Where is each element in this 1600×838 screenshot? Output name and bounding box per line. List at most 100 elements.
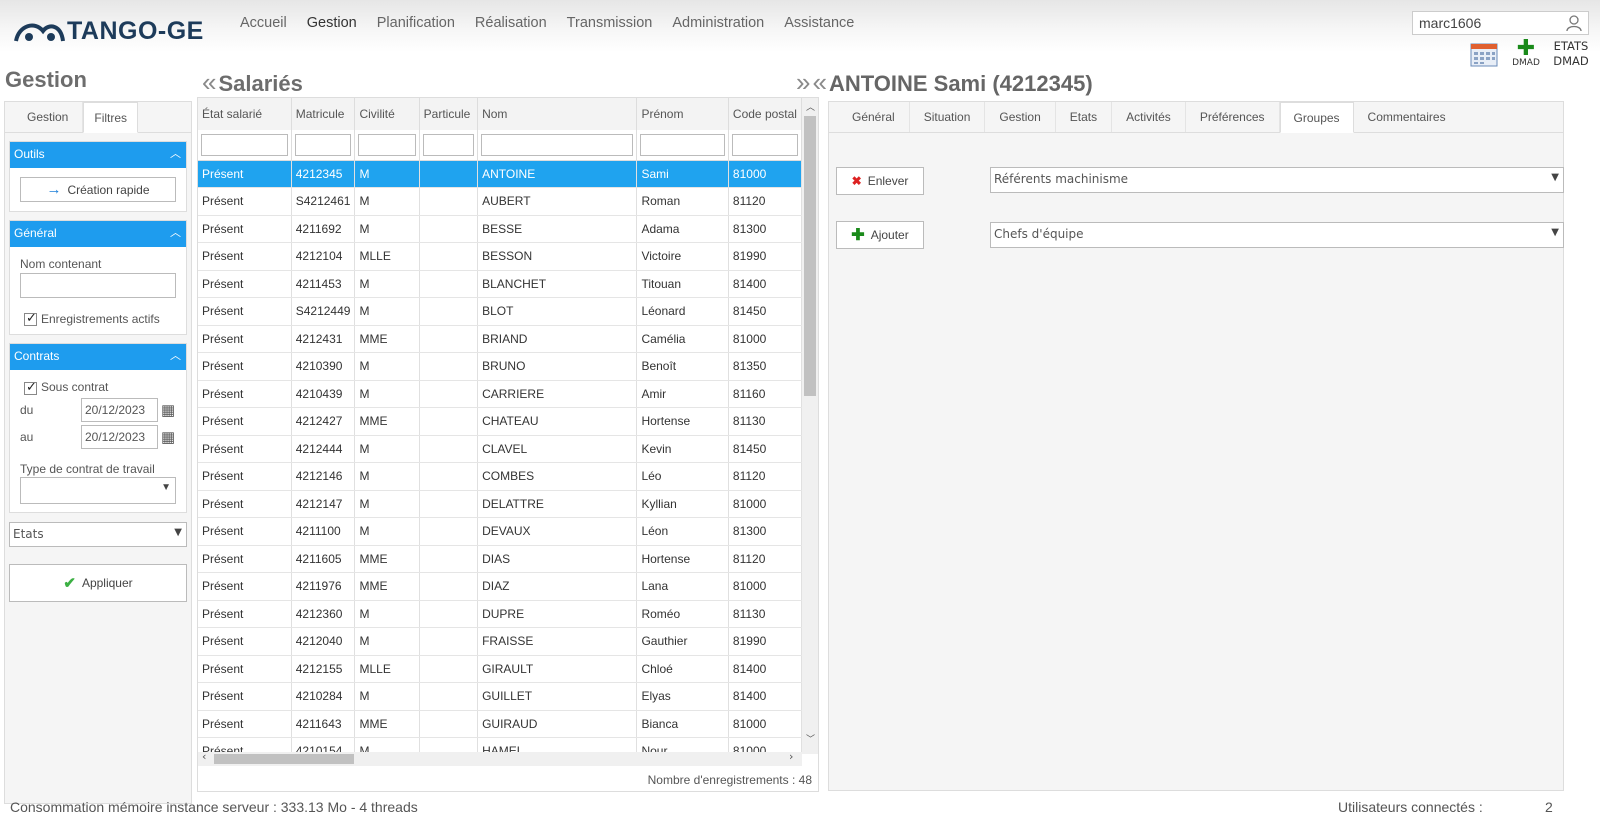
contract-type-select[interactable]: ▼ [20, 476, 176, 504]
table-row[interactable]: Présent 4212360 M DUPRE Roméo 81130 [198, 600, 802, 628]
table-row[interactable]: Présent 4212147 M DELATTRE Kyllian 81000 [198, 490, 802, 518]
nav-realisation[interactable]: Réalisation [475, 15, 547, 31]
calendar-icon[interactable] [1470, 41, 1498, 67]
collapse-left-icon[interactable]: « [202, 67, 217, 97]
quick-create-button[interactable]: → Création rapide [20, 177, 176, 202]
cell-particule [419, 655, 479, 683]
table-row[interactable]: Présent 4212345 M ANTOINE Sami 81000 [198, 160, 802, 188]
user-icon[interactable] [1565, 14, 1583, 32]
table-row[interactable]: Présent 4212444 M CLAVEL Kevin 81450 [198, 435, 802, 463]
col-nom[interactable]: Nom [477, 98, 638, 130]
table-row[interactable]: Présent 4212104 MLLE BESSON Victoire 81990 [198, 242, 802, 271]
nav-assistance[interactable]: Assistance [784, 15, 854, 31]
add-group-select[interactable]: Chefs d'équipe ▼ [990, 222, 1564, 248]
table-row[interactable]: Présent 4211100 M DEVAUX Léon 81300 [198, 517, 802, 546]
tab-activites[interactable]: Activités [1112, 102, 1186, 132]
table-row[interactable]: Présent 4210390 M BRUNO Benoît 81350 [198, 352, 802, 381]
table-row[interactable]: Présent 4211692 M BESSE Adama 81300 [198, 215, 802, 243]
nav-accueil[interactable]: Accueil [240, 15, 287, 31]
cell-particule [419, 215, 479, 243]
dmad-add-button[interactable]: ✚ DMAD [1509, 38, 1543, 69]
app-logo[interactable]: TANGO-GE [13, 14, 204, 48]
gestion-title-text: Gestion [5, 67, 87, 92]
tab-gestion-detail[interactable]: Gestion [985, 102, 1056, 132]
table-row[interactable]: Présent 4211976 MME DIAZ Lana 81000 [198, 572, 802, 601]
under-contract-checkbox[interactable] [24, 379, 37, 395]
etats-dmad-button[interactable]: ETATS DMAD [1550, 39, 1592, 69]
vertical-scroll-thumb[interactable] [804, 116, 816, 396]
tab-filtres[interactable]: Filtres [83, 102, 139, 133]
cell-particule [419, 270, 479, 298]
table-row[interactable]: Présent 4211605 MME DIAS Hortense 81120 [198, 545, 802, 573]
apply-button[interactable]: ✔ Appliquer [9, 563, 187, 602]
horizontal-scrollbar[interactable]: ‹ › [198, 750, 802, 766]
col-matricule[interactable]: Matricule [291, 98, 356, 130]
filter-matricule-input[interactable] [294, 133, 352, 156]
table-row[interactable]: Présent S4212461 M AUBERT Roman 81120 [198, 187, 802, 216]
table-row[interactable]: Présent 4212155 MLLE GIRAULT Chloé 81400 [198, 655, 802, 683]
nav-gestion[interactable]: Gestion [307, 15, 357, 31]
filter-civilite-input[interactable] [358, 133, 416, 156]
table-row[interactable]: Présent 4212427 MME CHATEAU Hortense 81130 [198, 407, 802, 436]
cell-nom: COMBES [477, 462, 638, 491]
table-row[interactable]: Présent 4212040 M FRAISSE Gauthier 81990 [198, 627, 802, 656]
table-row[interactable]: Présent 4211453 M BLANCHET Titouan 81400 [198, 270, 802, 298]
col-civilite[interactable]: Civilité [354, 98, 420, 130]
general-header[interactable]: Général ︿ [10, 221, 186, 247]
chevron-down-icon: ▼ [174, 526, 182, 538]
user-name: marc1606 [1419, 15, 1482, 31]
filter-particule-input[interactable] [422, 133, 475, 156]
expand-right-icon[interactable]: » [796, 67, 811, 97]
table-row[interactable]: Présent S4212449 M BLOT Léonard 81450 [198, 297, 802, 326]
scroll-up-icon[interactable]: ︿ [806, 100, 815, 113]
col-prenom[interactable]: Prénom [636, 98, 729, 130]
collapse-left-icon-2[interactable]: « [812, 67, 827, 97]
nav-planification[interactable]: Planification [377, 15, 455, 31]
nav-administration[interactable]: Administration [672, 15, 764, 31]
remove-group-select[interactable]: Référents machinisme ▼ [990, 167, 1564, 193]
contrats-header[interactable]: Contrats ︿ [10, 344, 186, 371]
table-row[interactable]: Présent 4210439 M CARRIERE Amir 81160 [198, 380, 802, 408]
vertical-scrollbar[interactable]: ︿ ﹀ [802, 98, 818, 754]
table-row[interactable]: Présent 4212146 M COMBES Léo 81120 [198, 462, 802, 491]
col-particule[interactable]: Particule [419, 98, 479, 130]
table-row[interactable]: Présent 4210284 M GUILLET Elyas 81400 [198, 682, 802, 711]
filter-nom-input[interactable] [481, 133, 634, 156]
nav-transmission[interactable]: Transmission [567, 15, 653, 31]
tab-preferences[interactable]: Préférences [1186, 102, 1280, 132]
col-code-postal[interactable]: Code postal [728, 98, 802, 130]
active-records-checkbox[interactable] [24, 310, 37, 327]
tab-etats[interactable]: Etats [1056, 102, 1113, 132]
tab-gestion[interactable]: Gestion [5, 102, 84, 132]
from-date-input[interactable]: 20/12/2023 [81, 397, 158, 422]
add-button[interactable]: ✚ Ajouter [836, 221, 924, 249]
tab-commentaires[interactable]: Commentaires [1354, 102, 1460, 132]
filter-etat-input[interactable] [201, 133, 288, 156]
scroll-down-icon[interactable]: ﹀ [806, 732, 815, 745]
to-date-input[interactable]: 20/12/2023 [81, 424, 158, 449]
cell-prenom: Léo [636, 462, 729, 491]
col-etat[interactable]: État salarié [198, 98, 292, 130]
scroll-right-icon[interactable]: › [789, 750, 793, 763]
table-row[interactable]: Présent 4212431 MME BRIAND Camélia 81000 [198, 325, 802, 353]
etats-value: Etats [13, 526, 44, 541]
filter-code-postal-input[interactable] [731, 133, 798, 156]
calendar-icon[interactable]: ▦ [161, 401, 175, 419]
remove-button[interactable]: ✖ Enlever [836, 167, 924, 195]
tab-general[interactable]: Général [840, 102, 910, 132]
tab-groupes[interactable]: Groupes [1279, 102, 1354, 133]
apply-label: Appliquer [81, 575, 133, 590]
employee-title: » «ANTOINE Sami (4212345) [796, 67, 1093, 98]
tab-situation[interactable]: Situation [910, 102, 986, 132]
horizontal-scroll-thumb[interactable] [214, 754, 354, 764]
cell-matricule: 4212345 [291, 160, 356, 188]
scroll-left-icon[interactable]: ‹ [202, 750, 206, 763]
outils-header[interactable]: Outils ︿ [10, 142, 186, 168]
user-field[interactable]: marc1606 [1412, 11, 1589, 35]
calendar-icon[interactable]: ▦ [161, 428, 175, 446]
filter-prenom-input[interactable] [640, 133, 725, 156]
employee-title-text: ANTOINE Sami (4212345) [828, 71, 1093, 96]
name-input[interactable] [20, 273, 176, 298]
etats-select[interactable]: Etats ▼ [9, 521, 187, 547]
table-row[interactable]: Présent 4211643 MME GUIRAUD Bianca 81000 [198, 710, 802, 738]
